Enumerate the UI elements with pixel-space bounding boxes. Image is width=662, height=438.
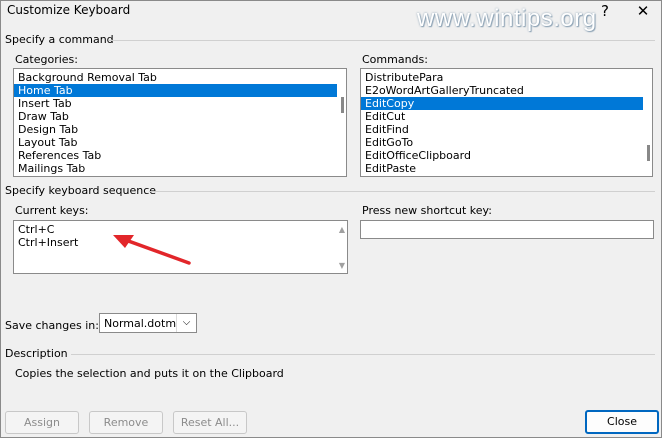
arrow-shaft bbox=[121, 237, 191, 265]
customize-keyboard-dialog: Customize Keyboard www.wintips.org ? ✕ S… bbox=[0, 0, 662, 438]
annotation-arrow bbox=[113, 235, 191, 265]
